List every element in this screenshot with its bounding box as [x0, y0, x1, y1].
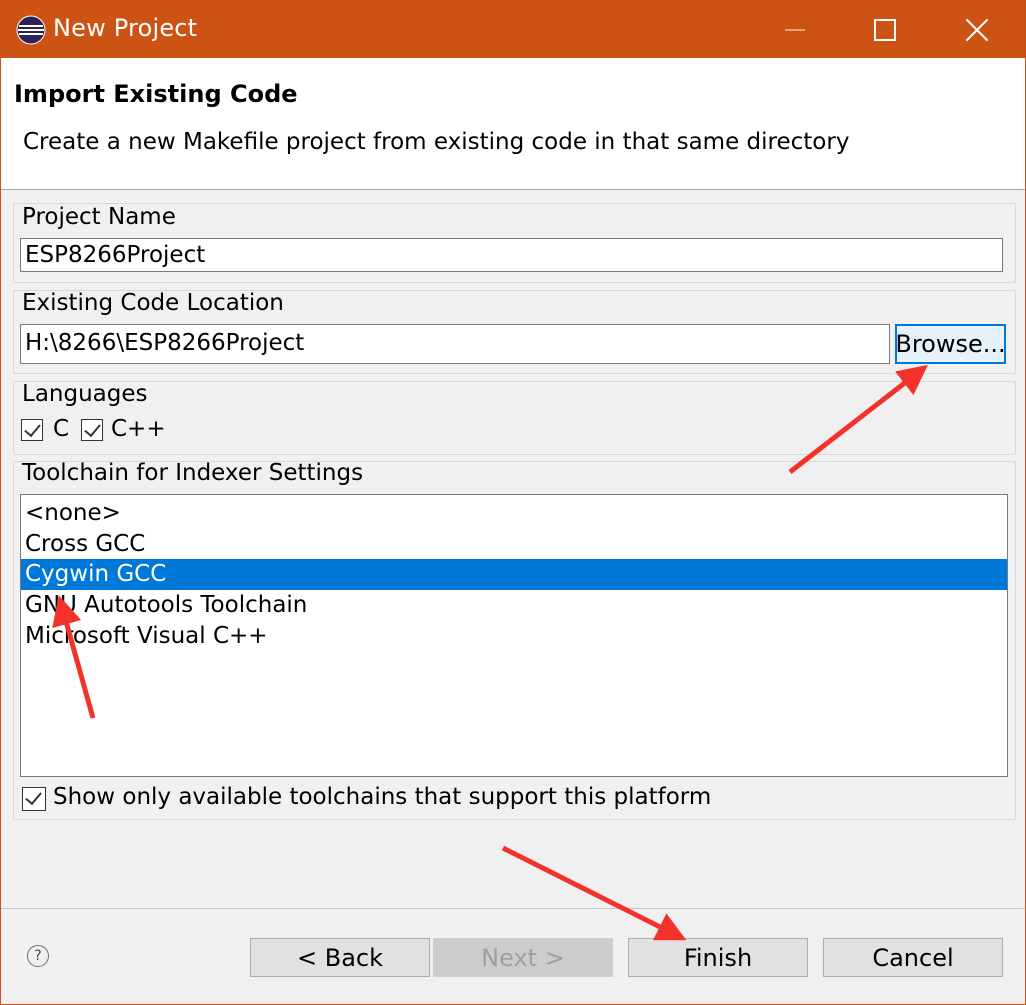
eclipse-app-icon	[16, 15, 46, 45]
maximize-button[interactable]	[839, 1, 931, 58]
minimize-button[interactable]	[749, 1, 841, 58]
toolchain-option-msvc[interactable]: Microsoft Visual C++	[21, 621, 1007, 652]
page-title: Import Existing Code	[14, 80, 298, 108]
toolchain-option-cygwin-gcc[interactable]: Cygwin GCC	[21, 559, 1007, 590]
browse-button[interactable]: Browse...	[895, 324, 1006, 364]
toolchain-list[interactable]: <none> Cross GCC Cygwin GCC GNU Autotool…	[20, 494, 1008, 777]
toolchain-filter-label: Show only available toolchains that supp…	[53, 784, 712, 810]
languages-label: Languages	[22, 381, 148, 407]
new-project-dialog: New Project Import Existing Code Create …	[0, 0, 1026, 1005]
toolchain-option-cross-gcc[interactable]: Cross GCC	[21, 529, 1007, 560]
cancel-button[interactable]: Cancel	[823, 938, 1003, 977]
finish-button[interactable]: Finish	[628, 938, 808, 977]
minimize-icon	[785, 28, 805, 31]
maximize-icon	[874, 18, 896, 41]
footer-separator	[1, 908, 1025, 909]
language-c-label: C	[53, 416, 70, 442]
toolchain-label: Toolchain for Indexer Settings	[22, 460, 364, 486]
toolchain-filter-checkbox[interactable]	[22, 787, 46, 811]
next-button[interactable]: Next >	[433, 938, 613, 977]
code-location-label: Existing Code Location	[22, 290, 284, 316]
page-description: Create a new Makefile project from exist…	[23, 129, 850, 155]
help-icon[interactable]: ?	[27, 945, 49, 967]
wizard-header: Import Existing Code Create a new Makefi…	[1, 58, 1025, 190]
project-name-label: Project Name	[22, 204, 176, 230]
close-button[interactable]	[931, 1, 1023, 58]
code-location-input[interactable]: H:\8266\ESP8266Project	[20, 324, 890, 364]
window-title: New Project	[53, 14, 198, 42]
language-cpp-label: C++	[111, 416, 166, 442]
language-c-checkbox[interactable]	[21, 419, 43, 441]
toolchain-option-none[interactable]: <none>	[21, 498, 1007, 529]
title-bar[interactable]: New Project	[1, 1, 1025, 58]
back-button[interactable]: < Back	[250, 938, 430, 977]
language-cpp-checkbox[interactable]	[81, 419, 103, 441]
toolchain-option-gnu-autotools[interactable]: GNU Autotools Toolchain	[21, 590, 1007, 621]
project-name-input[interactable]: ESP8266Project	[20, 238, 1003, 272]
close-icon	[965, 18, 989, 42]
